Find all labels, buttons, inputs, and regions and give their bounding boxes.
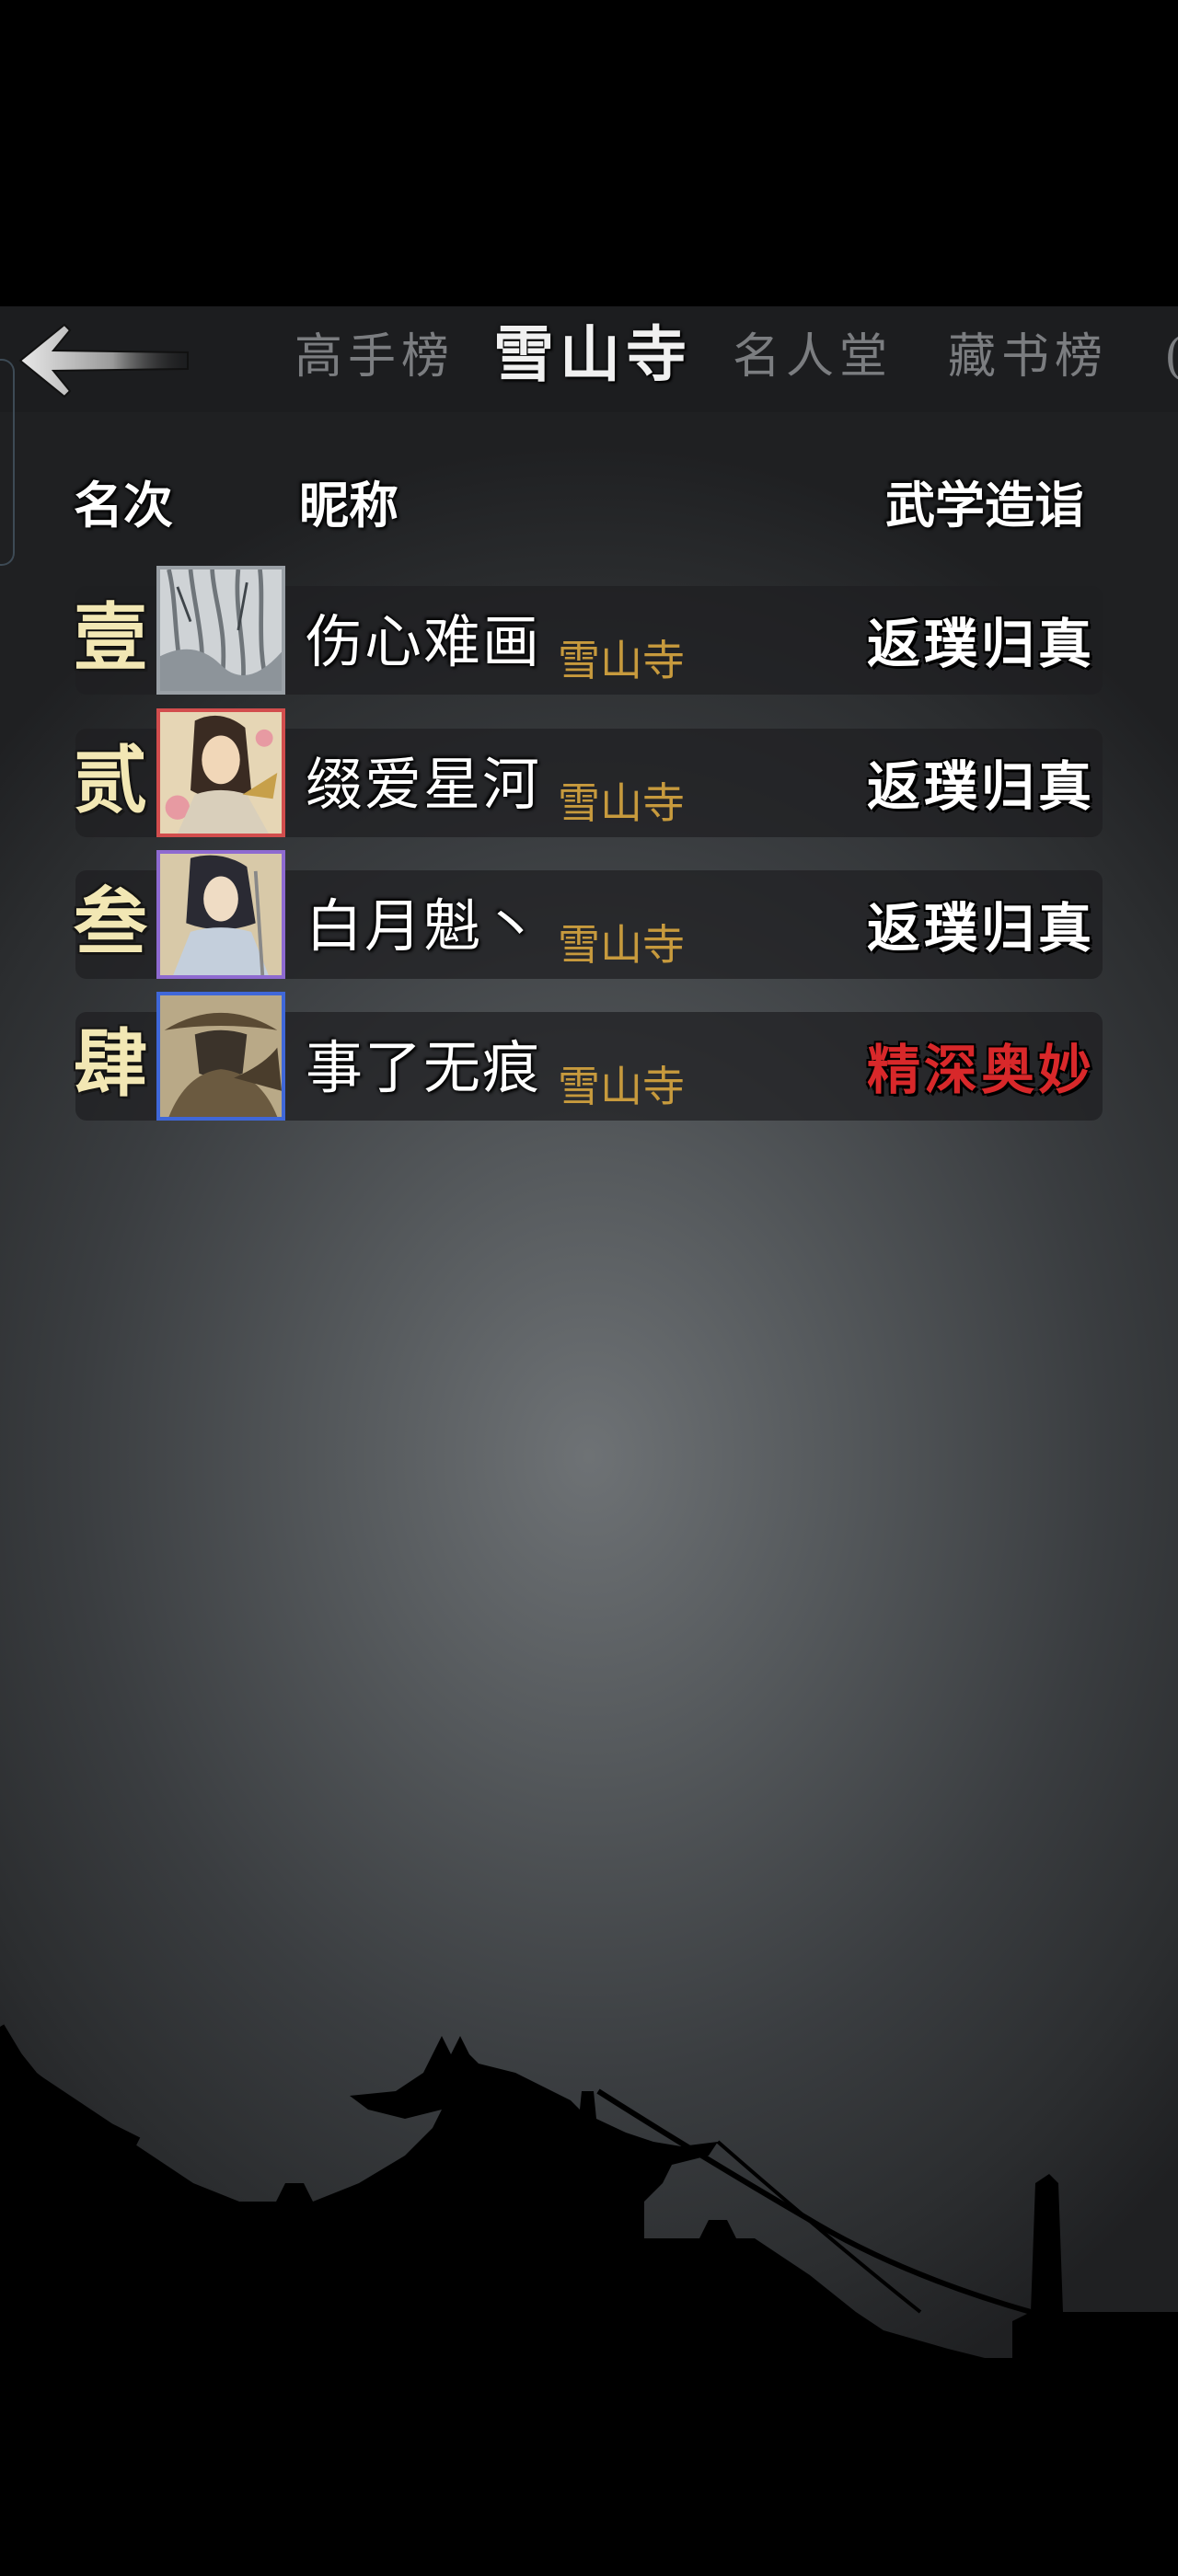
ink-landscape-avatar [160,569,282,691]
side-drawer-handle[interactable] [0,359,15,566]
rank-label: 壹 [74,594,147,681]
header-rank: 名次 [74,477,173,535]
player-sect: 雪山寺 [558,1062,685,1111]
back-button[interactable] [17,319,191,402]
leaderboard-screen: 高手榜 雪山寺 名人堂 藏书榜 ( 名次 昵称 武学造诣 壹 伤心难画 雪山寺 … [0,306,1178,2576]
skill-level: 精深奥妙 [866,1039,1095,1101]
player-sect: 雪山寺 [558,636,685,685]
leaderboard-row[interactable]: 肆 事了无痕 雪山寺 精深奥妙 [64,992,1104,1121]
player-nickname: 伤心难画 [306,608,542,675]
temple-silhouette-decoration [0,2024,1178,2576]
top-nav-bar: 高手榜 雪山寺 名人堂 藏书榜 ( [0,306,1178,412]
player-avatar[interactable] [156,992,285,1121]
skill-level: 返璞归真 [866,897,1095,960]
player-avatar[interactable] [156,708,285,837]
player-nickname: 事了无痕 [306,1034,542,1101]
leaderboard-row[interactable]: 叁 白月魁丶 雪山寺 返璞归真 [64,850,1104,979]
skill-level: 返璞归真 [866,613,1095,675]
player-nickname: 白月魁丶 [306,892,542,960]
player-sect: 雪山寺 [558,920,685,970]
tab-book-collection[interactable]: 藏书榜 [948,325,1108,389]
tab-more[interactable]: ( [1164,325,1178,389]
player-avatar[interactable] [156,850,285,979]
rank-label: 叁 [74,879,147,965]
player-sect: 雪山寺 [558,778,685,828]
tab-masters[interactable]: 高手榜 [294,325,455,389]
skill-level: 返璞归真 [866,755,1095,818]
player-nickname: 缀爱星河 [306,751,542,818]
status-area [0,0,1178,306]
swordsman-white-robe-avatar [160,854,282,975]
player-avatar[interactable] [156,566,285,695]
header-nickname: 昵称 [299,477,398,535]
header-skill: 武学造诣 [885,477,1084,535]
tab-snow-mountain-temple[interactable]: 雪山寺 [493,317,692,390]
leaderboard-row[interactable]: 壹 伤心难画 雪山寺 返璞归真 [64,566,1104,695]
arrow-left-icon [18,323,189,398]
rank-label: 肆 [74,1020,147,1107]
rank-label: 贰 [74,737,147,823]
swordswoman-fan-avatar [160,712,282,834]
tab-hall-of-fame[interactable]: 名人堂 [733,325,893,389]
straw-hat-rider-avatar [160,995,282,1117]
leaderboard-row[interactable]: 贰 缀爱星河 雪山寺 返璞归真 [64,708,1104,837]
